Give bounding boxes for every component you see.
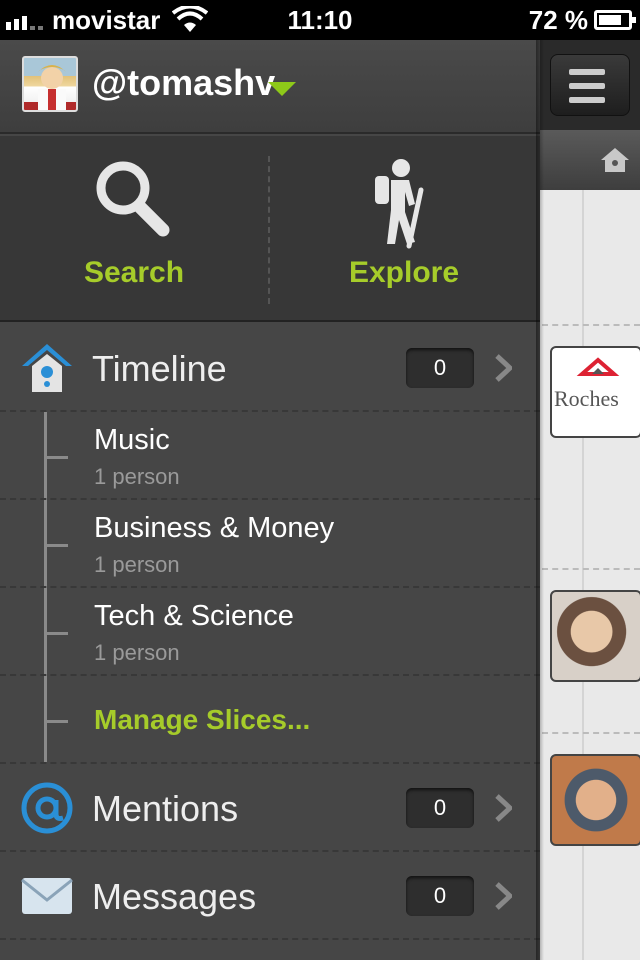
timeline-topbar bbox=[540, 40, 640, 130]
slice-name: Tech & Science bbox=[94, 600, 294, 632]
timeline-label: Timeline bbox=[92, 348, 227, 389]
hiker-icon bbox=[375, 159, 424, 249]
slice-name: Music bbox=[94, 424, 170, 456]
explore-button[interactable]: Explore bbox=[270, 136, 538, 322]
slice-members: 1 person bbox=[94, 552, 180, 577]
user-avatar[interactable] bbox=[22, 56, 78, 112]
messages-label: Messages bbox=[92, 876, 257, 917]
tweet-avatar-thumbnail[interactable]: Roches bbox=[550, 346, 640, 438]
timeline-home-bar bbox=[540, 130, 640, 190]
nav-timeline[interactable]: Timeline 0 bbox=[0, 324, 540, 412]
tweet-avatar-thumbnail[interactable] bbox=[550, 590, 640, 682]
magnifier-icon bbox=[96, 161, 170, 237]
at-sign-icon bbox=[21, 782, 73, 834]
manage-slices-link[interactable]: Manage Slices... bbox=[0, 676, 540, 764]
username: @tomashv bbox=[92, 62, 276, 103]
mentions-count-badge: 0 bbox=[406, 788, 474, 828]
messages-count-badge: 0 bbox=[406, 876, 474, 916]
tweet-logo-text: Roches bbox=[554, 386, 619, 411]
profile-header[interactable]: @tomashv bbox=[0, 40, 540, 134]
nav-messages[interactable]: Messages 0 bbox=[0, 852, 540, 940]
battery-charging-icon bbox=[594, 10, 636, 30]
timeline-count-badge: 0 bbox=[406, 348, 474, 388]
manage-slices-label: Manage Slices... bbox=[94, 704, 311, 735]
battery-percentage: 72 % bbox=[528, 5, 588, 35]
chevron-right-icon bbox=[495, 794, 512, 822]
chevron-right-icon bbox=[495, 354, 512, 382]
online-status-icon bbox=[268, 82, 296, 96]
chevron-right-icon bbox=[495, 882, 512, 910]
side-menu: @tomashv Search Explore Timeline 0 Music… bbox=[0, 40, 540, 960]
nav-mentions[interactable]: Mentions 0 bbox=[0, 764, 540, 852]
search-button[interactable]: Search bbox=[0, 136, 268, 322]
search-label: Search bbox=[83, 256, 185, 289]
birdhouse-icon bbox=[22, 344, 72, 392]
slice-item-music[interactable]: Music 1 person bbox=[0, 412, 540, 500]
envelope-icon bbox=[21, 878, 73, 914]
timeline-panel[interactable]: Roches bbox=[540, 40, 640, 960]
slice-item-tech-science[interactable]: Tech & Science 1 person bbox=[0, 588, 540, 676]
tweet-avatar-thumbnail[interactable] bbox=[550, 754, 640, 846]
slice-members: 1 person bbox=[94, 640, 180, 665]
slice-members: 1 person bbox=[94, 464, 180, 489]
menu-toggle-button[interactable] bbox=[550, 54, 630, 116]
slice-name: Business & Money bbox=[94, 512, 335, 544]
quick-actions: Search Explore bbox=[0, 136, 540, 322]
explore-label: Explore bbox=[348, 256, 460, 289]
mentions-label: Mentions bbox=[92, 788, 239, 829]
slice-item-business-money[interactable]: Business & Money 1 person bbox=[0, 500, 540, 588]
home-icon[interactable] bbox=[600, 146, 630, 174]
status-bar: movistar 11:10 72 % bbox=[0, 0, 640, 40]
